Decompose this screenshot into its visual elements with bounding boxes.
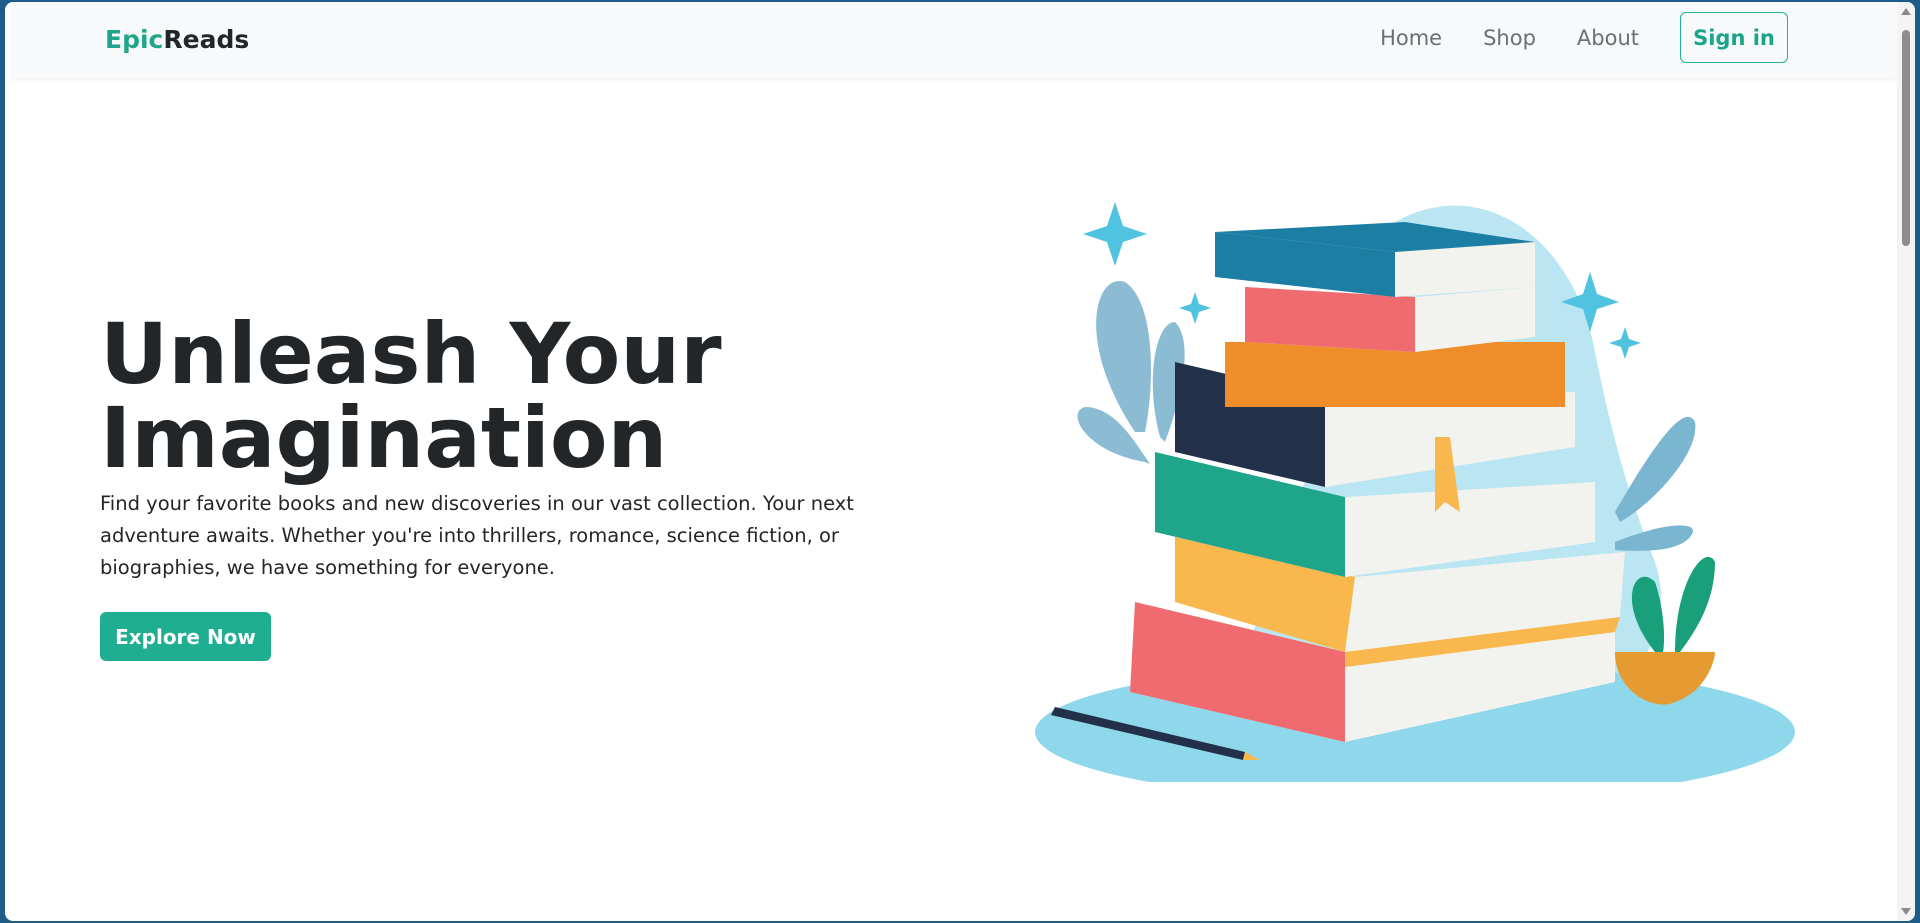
scroll-down-arrow-icon[interactable] [1901,908,1911,915]
nav-link-home[interactable]: Home [1380,26,1442,50]
brand-rest: Reads [163,25,250,54]
leaf-right-1 [1615,416,1696,522]
nav-link-shop[interactable]: Shop [1483,26,1536,50]
book-orange [1225,342,1565,407]
browser-window: EpicReads Home Shop About Sign in Unleas… [5,2,1915,921]
leaf-left-1 [1096,281,1151,432]
sparkle-icon [1083,202,1147,266]
sign-in-button[interactable]: Sign in [1680,12,1788,63]
brand-accent: Epic [105,25,164,54]
hero-description: Find your favorite books and new discove… [100,492,854,579]
nav-links: Home Shop About Sign in [1380,12,1788,63]
hero-title-line2: Imagination [100,389,668,487]
book-pink [1245,287,1535,352]
hero-title: Unleash Your Imagination [100,312,820,480]
sparkle-icon [1609,327,1641,359]
sparkle-icon [1179,292,1211,324]
nav-link-about[interactable]: About [1577,26,1639,50]
navbar: EpicReads Home Shop About Sign in [11,2,1898,78]
book-stack-illustration [1035,202,1795,782]
scroll-up-arrow-icon[interactable] [1901,8,1911,15]
scroll-thumb[interactable] [1902,30,1910,246]
sparkle-icon [1641,307,1673,339]
vertical-scrollbar[interactable] [1897,2,1915,921]
explore-now-button[interactable]: Explore Now [100,612,271,661]
brand-logo[interactable]: EpicReads [105,25,249,54]
